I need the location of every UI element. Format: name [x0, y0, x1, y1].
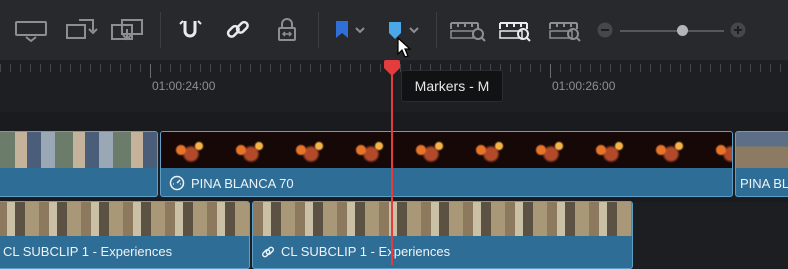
zoom-detail-icon[interactable] — [497, 15, 537, 45]
dual-viewer-icon[interactable] — [65, 15, 99, 45]
speed-change-icon — [169, 175, 185, 191]
linked-selection-icon[interactable] — [224, 15, 252, 45]
clip-label: CL SUBCLIP 1 - Experiences — [3, 244, 173, 259]
clip-label-row: PINA BLANCA 70 — [169, 175, 294, 191]
clip-thumbnails — [253, 202, 632, 236]
video-clip[interactable]: PINA BLANCA 70 — [160, 131, 733, 197]
position-lock-icon[interactable] — [273, 15, 301, 45]
clip-name: PINA BLANCA 70 — [191, 175, 294, 191]
zoom-full-icon[interactable] — [448, 15, 488, 45]
zoom-custom-icon[interactable] — [547, 15, 587, 45]
clip-label-row: CL SUBCLIP 1 - Experiences — [261, 244, 450, 259]
flag-icon[interactable] — [330, 15, 368, 45]
ruler-major-tick — [150, 64, 151, 78]
clip-thumbnails — [736, 132, 788, 168]
clip-thumbnails — [0, 202, 249, 236]
snapping-icon[interactable] — [176, 15, 204, 45]
replace-icon[interactable] — [110, 15, 146, 45]
video-clip[interactable]: CL SUBCLIP 1 - Experiences — [0, 201, 250, 269]
clip-thumbnails — [161, 132, 732, 168]
timeline-toolbar — [0, 0, 788, 61]
video-clip[interactable]: CL SUBCLIP 1 - Experiences — [252, 201, 633, 269]
zoom-slider-knob[interactable] — [677, 25, 689, 36]
zoom-slider-track[interactable] — [620, 30, 724, 32]
toolbar-divider — [160, 12, 161, 48]
tooltip: Markers - M — [401, 70, 503, 102]
zoom-out-icon[interactable] — [596, 15, 614, 45]
timecode-label: 01:00:24:00 — [152, 79, 216, 93]
timecode-label: 01:00:26:00 — [552, 79, 616, 93]
clip-thumbnails — [0, 132, 157, 168]
clip-name: CL SUBCLIP 1 - Experiences — [281, 244, 451, 259]
zoom-in-icon[interactable] — [729, 15, 747, 45]
single-viewer-icon[interactable] — [14, 15, 48, 45]
playhead-handle[interactable] — [383, 60, 401, 76]
mouse-cursor-icon — [397, 37, 412, 58]
clip-label: PINA BLA — [740, 176, 788, 191]
toolbar-divider — [318, 12, 319, 48]
video-clip[interactable]: PINA BLA — [735, 131, 788, 197]
toolbar-divider — [436, 12, 437, 48]
track-gap — [0, 112, 788, 132]
ruler-major-tick — [550, 64, 551, 78]
playhead-line[interactable] — [391, 74, 393, 265]
video-clip[interactable] — [0, 131, 158, 197]
link-icon — [261, 246, 275, 257]
